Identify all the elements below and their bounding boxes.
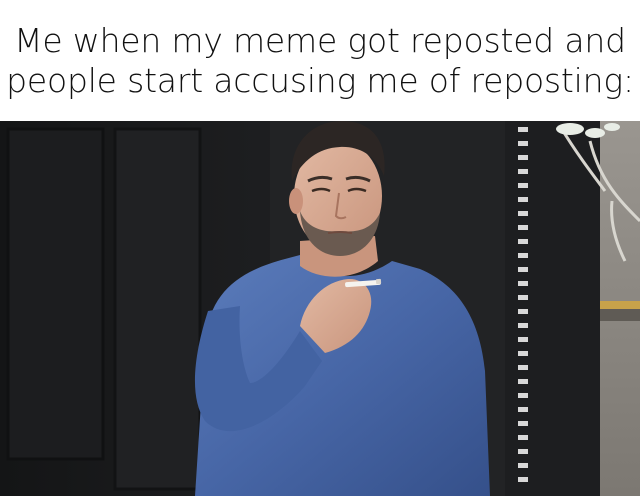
mouth [327,231,353,234]
meme-photo [0,121,640,496]
cigarette-tip [375,278,382,285]
wall-shelf-shadow [600,309,640,321]
caption-line-1: Me when my meme got reposted and [14,20,626,60]
door-panel-left-inner [113,127,202,491]
caption-line-2: people start accusing me of reposting: [6,60,634,100]
ear [289,188,303,214]
meme-image: Me when my meme got reposted and people … [0,0,640,496]
photo-illustration [0,121,640,496]
wall-shelf [600,301,640,309]
meme-caption: Me when my meme got reposted and people … [0,0,640,121]
door-panel-left [6,127,105,461]
